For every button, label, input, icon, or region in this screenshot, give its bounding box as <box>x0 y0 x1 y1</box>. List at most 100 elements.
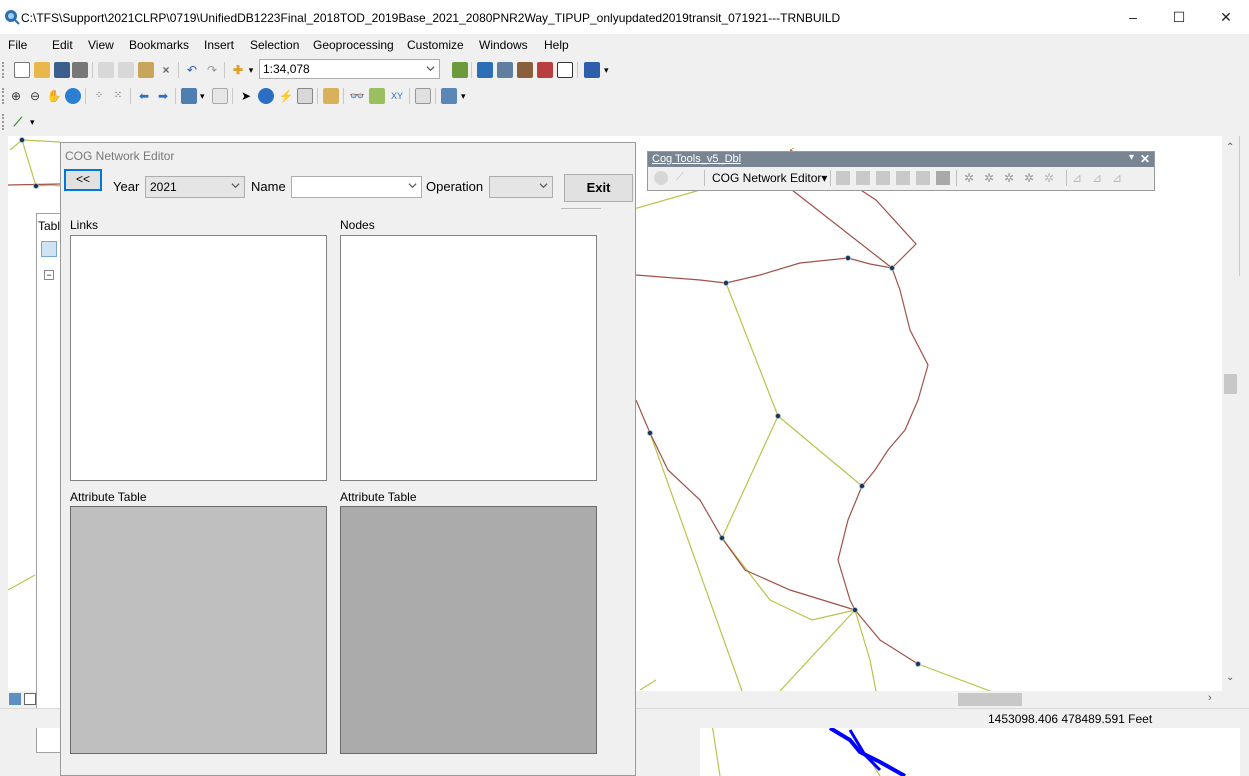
add-data-icon[interactable]: ✚ <box>230 62 246 78</box>
find-binoculars-icon[interactable]: 👓 <box>349 88 365 104</box>
toolbar-options-icon[interactable]: ▾ <box>30 114 38 130</box>
zoom-out-icon[interactable]: ⊖ <box>27 88 43 104</box>
menu-selection[interactable]: Selection <box>250 38 299 52</box>
sketch-tool-icon[interactable]: ⟋ <box>10 114 26 130</box>
find-route-icon[interactable] <box>369 88 385 104</box>
chevron-down-icon[interactable]: ▾ <box>200 88 208 104</box>
horizontal-scroll-thumb[interactable] <box>958 693 1022 706</box>
forward-arrow-icon[interactable]: ➡ <box>155 88 171 104</box>
select-link-icon[interactable] <box>916 171 930 185</box>
full-extent-globe-icon[interactable] <box>65 88 81 104</box>
select-elements-arrow-icon[interactable]: ➤ <box>238 88 254 104</box>
menu-help[interactable]: Help <box>544 38 569 52</box>
hyperlink-icon[interactable]: ⚡ <box>278 88 294 104</box>
html-popup-icon[interactable] <box>297 88 313 104</box>
delete-icon[interactable]: × <box>158 62 174 78</box>
nodes-listbox[interactable] <box>340 235 597 481</box>
open-folder-icon[interactable] <box>34 62 50 78</box>
star-network-icon[interactable]: ✲ <box>964 171 978 185</box>
cog-network-editor-dropdown[interactable]: COG Network Editor▾ <box>712 171 827 185</box>
search-window-icon[interactable] <box>517 62 533 78</box>
network-tool-icon[interactable] <box>654 171 668 185</box>
pan-hand-icon[interactable]: ✋ <box>46 88 62 104</box>
name-select[interactable] <box>291 176 422 198</box>
horizontal-scrollbar[interactable]: › <box>632 691 1222 708</box>
add-link-icon[interactable] <box>836 171 850 185</box>
close-button[interactable]: ✕ <box>1203 0 1249 34</box>
star-network-2-icon[interactable]: ✲ <box>984 171 998 185</box>
copy-icon[interactable] <box>118 62 134 78</box>
exit-button[interactable]: Exit <box>564 174 633 202</box>
add-node-icon[interactable] <box>856 171 870 185</box>
star-network-3-icon[interactable]: ✲ <box>1004 171 1018 185</box>
menu-edit[interactable]: Edit <box>52 38 73 52</box>
sketch-tool-icon[interactable]: ⟋ <box>676 171 690 185</box>
identify-icon[interactable] <box>258 88 274 104</box>
add-vertex-icon[interactable]: ⊿ <box>1072 171 1086 185</box>
maximize-button[interactable]: ☐ <box>1156 0 1202 34</box>
paste-icon[interactable] <box>138 62 154 78</box>
menu-file[interactable]: File <box>8 38 27 52</box>
arctoolbox-icon[interactable] <box>537 62 553 78</box>
cog-tools-close-button[interactable]: ✕ <box>1140 152 1150 166</box>
toolbar-menu-arrow[interactable]: ▾ <box>1129 152 1134 163</box>
menu-view[interactable]: View <box>88 38 114 52</box>
right-dock-tabs[interactable] <box>1239 136 1249 276</box>
toolbar-options-icon[interactable]: ▾ <box>461 88 469 104</box>
time-slider-icon[interactable] <box>415 88 431 104</box>
cut-icon[interactable] <box>98 62 114 78</box>
save-icon[interactable] <box>54 62 70 78</box>
vertical-scrollbar[interactable]: ⌃ ⌄ <box>1222 136 1239 691</box>
scroll-down-icon[interactable]: ⌄ <box>1226 672 1234 683</box>
chevron-down-icon[interactable]: ▾ <box>246 62 256 78</box>
toolbar-grip[interactable] <box>2 114 5 130</box>
operation-select[interactable] <box>489 176 553 198</box>
menu-insert[interactable]: Insert <box>204 38 234 52</box>
toolbar-grip[interactable] <box>2 88 5 104</box>
undo-icon[interactable]: ↶ <box>184 62 200 78</box>
year-select[interactable]: 2021 <box>145 176 245 198</box>
map-scale-combo[interactable]: 1:34,078 <box>259 59 440 79</box>
links-attribute-table[interactable] <box>70 506 327 754</box>
zoom-in-icon[interactable]: ⊕ <box>8 88 24 104</box>
fixed-zoom-in-icon[interactable]: ⁘ <box>91 88 107 104</box>
go-to-xy-icon[interactable]: XY <box>389 88 405 104</box>
scroll-right-icon[interactable]: › <box>1208 692 1212 704</box>
table-of-contents-icon[interactable] <box>477 62 493 78</box>
back-button[interactable]: << <box>64 169 102 191</box>
star-network-4-icon[interactable]: ✲ <box>1024 171 1038 185</box>
collapse-icon[interactable]: − <box>44 270 54 280</box>
map-display-lower[interactable] <box>700 724 1240 776</box>
vertical-scroll-thumb[interactable] <box>1224 374 1237 394</box>
cog-tools-title-bar[interactable]: Cog Tools_v5_Dbl ▾ ✕ <box>648 152 1154 167</box>
select-features-icon[interactable] <box>181 88 197 104</box>
python-window-icon[interactable] <box>557 62 573 78</box>
data-view-icon[interactable] <box>9 693 21 705</box>
minimize-button[interactable]: – <box>1110 0 1156 34</box>
print-icon[interactable] <box>72 62 88 78</box>
catalog-icon[interactable] <box>497 62 513 78</box>
clear-selection-icon[interactable] <box>212 88 228 104</box>
measure-icon[interactable] <box>323 88 339 104</box>
edit-vertex-icon[interactable]: ⊿ <box>1092 171 1106 185</box>
move-node-icon[interactable] <box>896 171 910 185</box>
menu-windows[interactable]: Windows <box>479 38 528 52</box>
editor-toolbar-icon[interactable] <box>452 62 468 78</box>
layout-view-icon[interactable] <box>24 693 36 705</box>
viewer-window-icon[interactable] <box>441 88 457 104</box>
menu-bookmarks[interactable]: Bookmarks <box>129 38 189 52</box>
scroll-up-icon[interactable]: ⌃ <box>1226 142 1234 153</box>
new-document-icon[interactable] <box>14 62 30 78</box>
toolbar-options-icon[interactable]: ▾ <box>604 62 612 78</box>
split-link-icon[interactable] <box>876 171 890 185</box>
fixed-zoom-out-icon[interactable]: ⁙ <box>110 88 126 104</box>
attribute-grid-icon[interactable] <box>936 171 950 185</box>
links-listbox[interactable] <box>70 235 327 481</box>
star-network-5-icon[interactable]: ✲ <box>1044 171 1058 185</box>
toolbar-grip[interactable] <box>2 62 5 78</box>
list-by-drawing-order-icon[interactable] <box>41 241 57 257</box>
menu-customize[interactable]: Customize <box>407 38 464 52</box>
redo-icon[interactable]: ↷ <box>204 62 220 78</box>
delete-vertex-icon[interactable]: ⊿ <box>1112 171 1126 185</box>
back-arrow-icon[interactable]: ⬅ <box>136 88 152 104</box>
